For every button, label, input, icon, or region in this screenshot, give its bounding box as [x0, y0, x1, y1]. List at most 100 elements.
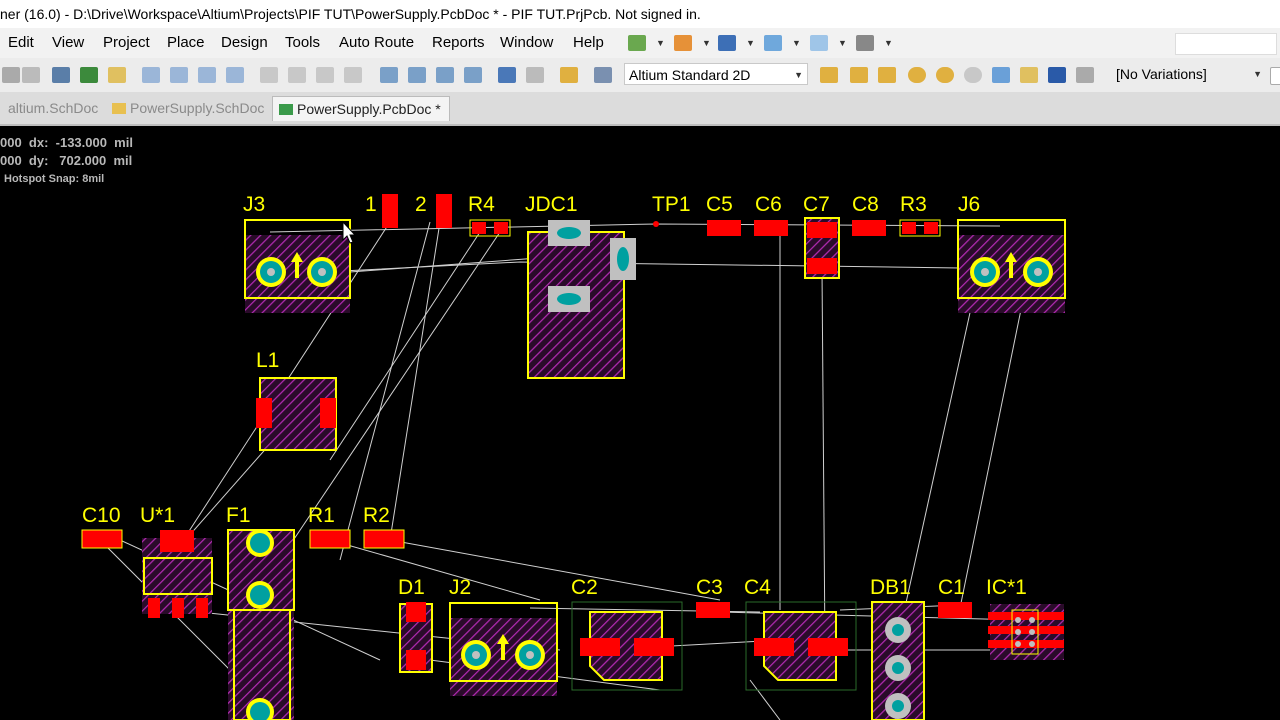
menu-tools[interactable]: Tools: [285, 34, 320, 51]
interactive-route-icon[interactable]: [820, 67, 838, 83]
open-icon[interactable]: [2, 67, 20, 83]
label-c1: C1: [938, 576, 965, 599]
redo-icon[interactable]: [526, 67, 544, 83]
component-l1[interactable]: [256, 377, 337, 451]
interactive-route-icon[interactable]: [850, 67, 868, 83]
fill-icon[interactable]: [1020, 67, 1038, 83]
component-d1[interactable]: [399, 602, 433, 673]
component-j2[interactable]: [449, 602, 558, 696]
grid-icon[interactable]: [856, 35, 874, 51]
component-icon[interactable]: [594, 67, 612, 83]
chevron-down-icon[interactable]: ▼: [656, 38, 665, 48]
hud-readout: 000 dx: -133.000 mil 000 dy: 702.000 mil…: [0, 134, 133, 188]
component-jdc1[interactable]: [527, 220, 636, 379]
save-icon[interactable]: [80, 67, 98, 83]
component-db1[interactable]: [871, 601, 925, 720]
move-icon[interactable]: [408, 67, 426, 83]
label-tp1: TP1: [652, 193, 691, 216]
menu-edit[interactable]: Edit: [8, 34, 34, 51]
component-r3[interactable]: [899, 219, 941, 237]
search-input[interactable]: [1175, 33, 1277, 55]
zoom-icon[interactable]: [170, 67, 188, 83]
select-icon[interactable]: [464, 67, 482, 83]
chevron-down-icon[interactable]: ▼: [792, 38, 801, 48]
component-c2[interactable]: [571, 601, 683, 691]
component-r1[interactable]: [309, 529, 351, 549]
layer-icon[interactable]: [52, 67, 70, 83]
label-c6: C6: [755, 193, 782, 216]
label-r2: R2: [363, 504, 390, 527]
pad-icon[interactable]: [908, 67, 926, 83]
select-icon[interactable]: [380, 67, 398, 83]
string-icon[interactable]: [1048, 67, 1066, 83]
component-ic1[interactable]: [988, 604, 1064, 660]
label-c3: C3: [696, 576, 723, 599]
label-2: 2: [415, 193, 427, 216]
component-c10[interactable]: [81, 529, 123, 549]
tab-label: altium.SchDoc: [8, 100, 99, 116]
component-r2[interactable]: [363, 529, 405, 549]
copy-icon[interactable]: [288, 67, 306, 83]
menu-project[interactable]: Project: [103, 34, 150, 51]
grid-icon[interactable]: [810, 35, 828, 51]
close-icon[interactable]: [1270, 67, 1280, 85]
pcb-canvas[interactable]: J3 1 2 R4 JDC1 TP1 C5 C6 C7 C8 R3 J6 L1 …: [0, 124, 1280, 720]
toolbar: Altium Standard 2D ▼ [No Variations] ▼: [0, 58, 1280, 93]
zoom-icon[interactable]: [198, 67, 216, 83]
interactive-route-icon[interactable]: [628, 35, 646, 51]
menu-window[interactable]: Window: [500, 34, 553, 51]
document-tabs: altium.SchDoc PowerSupply.SchDoc PowerSu…: [0, 92, 1280, 126]
hud-dx: 000 dx: -133.000 mil: [0, 135, 133, 150]
component-c8[interactable]: [852, 220, 886, 236]
pcb-icon: [279, 104, 293, 115]
menu-help[interactable]: Help: [573, 34, 604, 51]
menu-auto-route[interactable]: Auto Route: [339, 34, 414, 51]
component-j6[interactable]: [957, 219, 1066, 313]
chevron-down-icon[interactable]: ▼: [746, 38, 755, 48]
snap-icon[interactable]: [764, 35, 782, 51]
label-f1: F1: [226, 504, 251, 527]
chevron-down-icon[interactable]: ▼: [884, 38, 893, 48]
chevron-down-icon: ▼: [794, 70, 803, 80]
cut-icon[interactable]: [260, 67, 278, 83]
component-c7[interactable]: [804, 217, 840, 279]
interactive-route-icon[interactable]: [878, 67, 896, 83]
menu-reports[interactable]: Reports: [432, 34, 485, 51]
component-icon[interactable]: [1076, 67, 1094, 83]
component-c5[interactable]: [707, 220, 741, 236]
component-f1[interactable]: [227, 529, 295, 720]
tab-powersupply-pcbdoc[interactable]: PowerSupply.PcbDoc *: [272, 96, 450, 121]
move-icon[interactable]: [436, 67, 454, 83]
select-icon[interactable]: [226, 67, 244, 83]
pad: [382, 194, 398, 228]
component-r4[interactable]: [469, 219, 511, 237]
view-mode-dropdown[interactable]: Altium Standard 2D ▼: [624, 63, 808, 85]
fill-icon[interactable]: [992, 67, 1010, 83]
paste-icon[interactable]: [316, 67, 334, 83]
menu-place[interactable]: Place: [167, 34, 205, 51]
menu-design[interactable]: Design: [221, 34, 268, 51]
component-c6[interactable]: [754, 220, 788, 236]
component-u1[interactable]: [142, 530, 213, 618]
variations-dropdown[interactable]: [No Variations] ▼: [1112, 63, 1266, 85]
zoom-icon[interactable]: [142, 67, 160, 83]
component-c1[interactable]: [938, 602, 972, 618]
component-j3[interactable]: [244, 219, 351, 313]
tab-altium-schdoc[interactable]: altium.SchDoc: [0, 96, 104, 120]
text-icon[interactable]: [718, 35, 736, 51]
tab-powersupply-schdoc[interactable]: PowerSupply.SchDoc: [106, 96, 270, 120]
via-icon[interactable]: [936, 67, 954, 83]
window-title-bar: ner (16.0) - D:\Drive\Workspace\Altium\P…: [0, 0, 1280, 28]
undo-icon[interactable]: [498, 67, 516, 83]
tab-label: PowerSupply.PcbDoc *: [297, 101, 441, 117]
component-c3[interactable]: [696, 602, 730, 618]
align-icon[interactable]: [674, 35, 692, 51]
paste-icon[interactable]: [344, 67, 362, 83]
component-icon[interactable]: [560, 67, 578, 83]
zoom-icon[interactable]: [22, 67, 40, 83]
open-icon[interactable]: [108, 67, 126, 83]
chevron-down-icon[interactable]: ▼: [838, 38, 847, 48]
arc-icon[interactable]: [964, 67, 982, 83]
chevron-down-icon[interactable]: ▼: [702, 38, 711, 48]
menu-view[interactable]: View: [52, 34, 84, 51]
